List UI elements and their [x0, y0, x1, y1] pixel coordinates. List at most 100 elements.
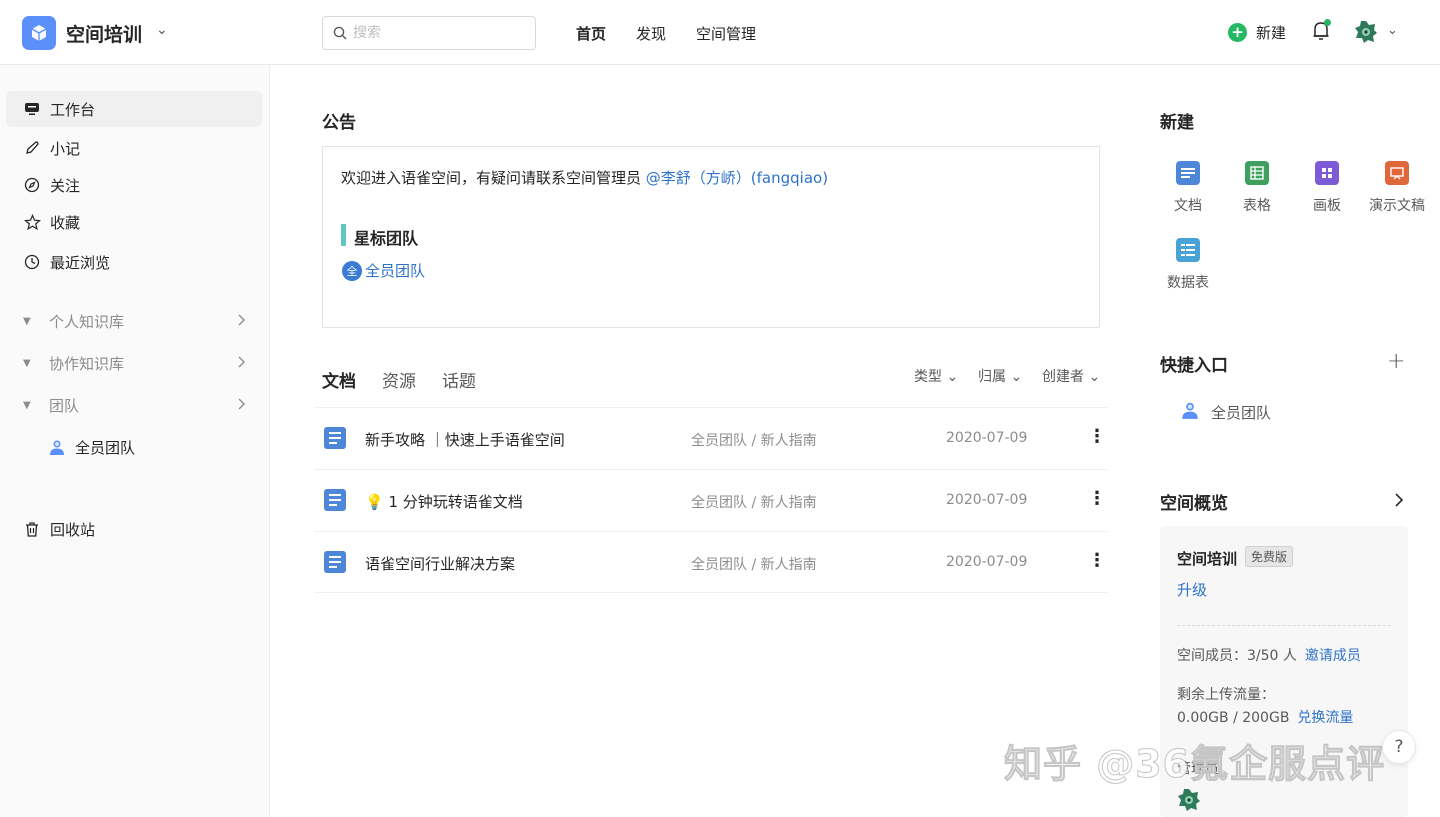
plan-badge: 免费版: [1245, 546, 1294, 567]
sidebar-item-label: 小记: [50, 139, 81, 158]
add-quick-entry-icon[interactable]: +: [1387, 349, 1405, 374]
nav-space-admin[interactable]: 空间管理: [696, 23, 756, 44]
tab-topics[interactable]: 话题: [442, 367, 476, 392]
notice-box: 欢迎进入语雀空间，有疑问请联系空间管理员 @李舒（方峤）(fangqiao) 星…: [322, 146, 1100, 328]
notification-dot: [1324, 19, 1331, 26]
help-button[interactable]: ?: [1382, 730, 1416, 764]
doc-type-icon: [1176, 161, 1200, 185]
notice-message: 欢迎进入语雀空间，有疑问请联系空间管理员: [341, 169, 646, 187]
sidebar-group-label: 团队: [49, 396, 80, 415]
doc-row[interactable]: 新手攻略 ｜快速上手语雀空间 全员团队 / 新人指南 2020-07-09 ⋮: [314, 407, 1108, 469]
slides-icon: [1385, 161, 1409, 185]
caret-down-icon: ▼: [23, 399, 31, 411]
doc-date: 2020-07-09: [946, 430, 1028, 446]
space-logo-icon[interactable]: [22, 16, 56, 50]
document-icon: [324, 489, 346, 511]
filter-type[interactable]: 类型 ⌄: [914, 366, 958, 386]
document-icon: [324, 427, 346, 449]
chevron-right-icon[interactable]: [236, 313, 246, 327]
chevron-right-icon[interactable]: [236, 355, 246, 369]
sidebar: 工作台 小记 关注 收藏 最近浏览 ▼ 个人知识库 ▼ 协作知识库 ▼ 团队 全…: [0, 65, 270, 817]
new-datatable-tile[interactable]: 数据表: [1153, 238, 1223, 292]
top-bar: 空间培训 ⌄ 首页 发现 空间管理 + 新建 ⌄: [0, 0, 1440, 65]
doc-path[interactable]: 全员团队 / 新人指南: [691, 430, 817, 450]
upgrade-link[interactable]: 升级: [1177, 579, 1207, 600]
sheet-icon: [1245, 161, 1269, 185]
members-label: 空间成员：3/50 人: [1177, 648, 1297, 664]
new-panel-title: 新建: [1160, 113, 1194, 133]
new-button[interactable]: + 新建: [1228, 22, 1286, 43]
sidebar-item-label: 收藏: [50, 213, 81, 232]
quick-entry-title: 快捷入口: [1160, 356, 1228, 376]
tab-docs[interactable]: 文档: [322, 367, 356, 392]
sidebar-group-label: 个人知识库: [49, 312, 125, 331]
sidebar-item-follow[interactable]: 关注: [6, 167, 262, 203]
new-button-label: 新建: [1256, 24, 1287, 42]
exchange-traffic-link[interactable]: 兑换流量: [1297, 710, 1353, 726]
sidebar-item-workbench[interactable]: 工作台: [6, 91, 262, 127]
nav-home[interactable]: 首页: [576, 23, 606, 44]
overview-space-name: 空间培训: [1177, 550, 1238, 568]
space-name[interactable]: 空间培训: [66, 20, 142, 47]
starred-accent-bar: [341, 224, 346, 246]
invite-members-link[interactable]: 邀请成员: [1305, 648, 1361, 664]
sidebar-group-collab[interactable]: ▼ 协作知识库: [6, 346, 262, 380]
avatar-chevron-down-icon[interactable]: ⌄: [1387, 23, 1398, 38]
sidebar-item-all-team[interactable]: 全员团队: [6, 429, 262, 465]
new-board-tile[interactable]: 画板: [1292, 161, 1362, 215]
doc-row[interactable]: 语雀空间行业解决方案 全员团队 / 新人指南 2020-07-09 ⋮: [314, 531, 1108, 593]
doc-title[interactable]: 💡 1 分钟玩转语雀文档: [365, 491, 523, 512]
sidebar-item-notes[interactable]: 小记: [6, 130, 262, 166]
tile-label: 数据表: [1167, 275, 1209, 291]
notice-title: 公告: [322, 113, 356, 133]
document-icon: [324, 551, 346, 573]
caret-down-icon: ▼: [23, 315, 31, 327]
workbench-icon: [23, 100, 41, 118]
sidebar-item-label: 全员团队: [75, 438, 136, 457]
user-avatar[interactable]: [1354, 20, 1378, 44]
filter-owner-label: 归属: [978, 369, 1006, 385]
quick-entry-item[interactable]: 全员团队: [1180, 400, 1271, 424]
doc-path[interactable]: 全员团队 / 新人指南: [691, 554, 817, 574]
chevron-down-icon[interactable]: ⌄: [156, 22, 168, 38]
chevron-down-icon: ⌄: [1088, 369, 1101, 385]
plus-circle-icon: +: [1228, 23, 1247, 42]
new-sheet-tile[interactable]: 表格: [1222, 161, 1292, 215]
admin-avatar[interactable]: [1177, 788, 1201, 812]
more-vertical-icon[interactable]: ⋮: [1088, 488, 1106, 509]
doc-path[interactable]: 全员团队 / 新人指南: [691, 492, 817, 512]
starred-team-link[interactable]: 全员团队: [365, 260, 425, 281]
more-vertical-icon[interactable]: ⋮: [1088, 426, 1106, 447]
sidebar-item-favorites[interactable]: 收藏: [6, 204, 262, 240]
new-slides-tile[interactable]: 演示文稿: [1362, 161, 1432, 215]
doc-title[interactable]: 新手攻略 ｜快速上手语雀空间: [365, 429, 565, 450]
admin-mention-link[interactable]: @李舒（方峤）(fangqiao): [646, 169, 828, 187]
starred-teams-title: 星标团队: [354, 229, 419, 248]
doc-row[interactable]: 💡 1 分钟玩转语雀文档 全员团队 / 新人指南 2020-07-09 ⋮: [314, 469, 1108, 531]
sidebar-item-label: 最近浏览: [50, 253, 111, 272]
pen-icon: [23, 139, 41, 157]
sidebar-item-trash[interactable]: 回收站: [6, 511, 262, 547]
quick-entry-label: 全员团队: [1211, 403, 1272, 422]
tile-label: 表格: [1243, 198, 1271, 214]
search-box[interactable]: [322, 16, 536, 50]
tile-label: 画板: [1313, 198, 1341, 214]
search-input[interactable]: [353, 25, 523, 41]
new-doc-tile[interactable]: 文档: [1153, 161, 1223, 215]
doc-title[interactable]: 语雀空间行业解决方案: [365, 553, 515, 574]
upload-line: 0.00GB / 200GB 兑换流量: [1177, 707, 1353, 727]
team-badge-icon[interactable]: 全: [342, 261, 362, 281]
filter-creator[interactable]: 创建者 ⌄: [1042, 366, 1100, 386]
more-vertical-icon[interactable]: ⋮: [1088, 550, 1106, 571]
sidebar-item-label: 工作台: [50, 100, 96, 119]
sidebar-item-recent[interactable]: 最近浏览: [6, 244, 262, 280]
chevron-right-icon[interactable]: [236, 397, 246, 411]
search-icon: [333, 26, 347, 40]
tab-resources[interactable]: 资源: [382, 367, 416, 392]
sidebar-group-team[interactable]: ▼ 团队: [6, 388, 262, 422]
sidebar-group-personal[interactable]: ▼ 个人知识库: [6, 304, 262, 338]
divider: [1177, 625, 1391, 626]
nav-discover[interactable]: 发现: [636, 23, 666, 44]
chevron-right-icon[interactable]: [1393, 491, 1405, 509]
filter-owner[interactable]: 归属 ⌄: [978, 366, 1022, 386]
